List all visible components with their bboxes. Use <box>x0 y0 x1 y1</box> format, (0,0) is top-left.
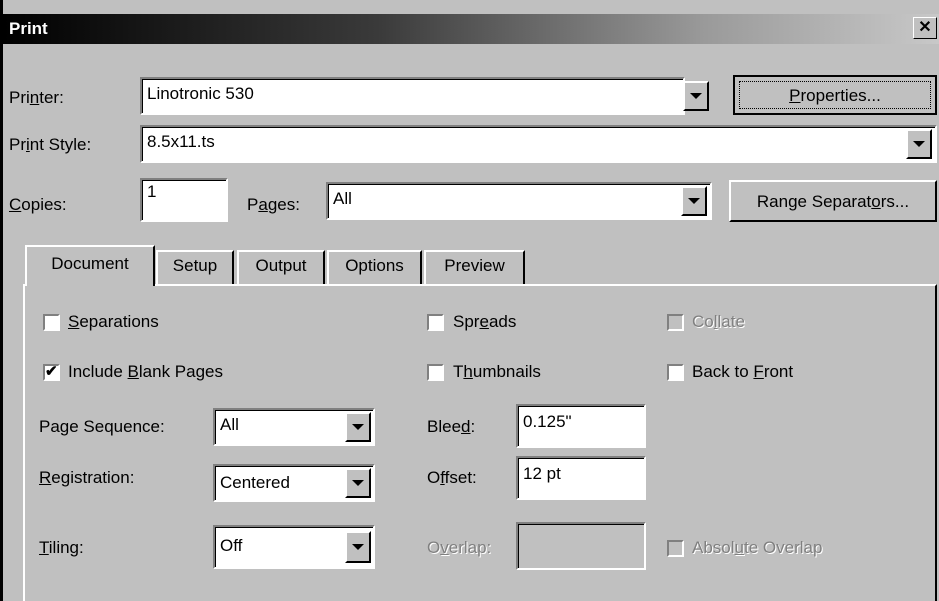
bleed-input[interactable]: 0.125" <box>516 404 646 448</box>
printer-dropdown-button[interactable] <box>683 81 709 111</box>
window-title: Print <box>9 19 48 38</box>
spreads-label: Spreads <box>453 312 517 331</box>
collate-checkbox[interactable] <box>667 314 684 331</box>
pages-label: Pages: <box>247 195 300 214</box>
separations-label: Separations <box>68 312 159 331</box>
collate-label: Collate <box>692 312 745 331</box>
tiling-label: Tiling: <box>39 538 84 557</box>
back-to-front-checkbox[interactable] <box>667 364 684 381</box>
absolute-overlap-checkbox[interactable] <box>667 540 684 557</box>
thumbnails-checkbox[interactable] <box>427 364 444 381</box>
absolute-overlap-label: Absolute Overlap <box>692 538 823 557</box>
separations-checkbox[interactable] <box>43 314 60 331</box>
copies-label: Copies: <box>9 195 67 214</box>
thumbnails-label: Thumbnails <box>453 362 541 381</box>
page-sequence-label: Page Sequence: <box>39 417 165 436</box>
print-style-dropdown-button[interactable] <box>906 129 932 159</box>
properties-button[interactable]: Properties... <box>733 75 937 115</box>
pages-select[interactable]: All <box>326 182 712 220</box>
overlap-label: Overlap: <box>427 538 492 557</box>
tab-preview[interactable]: Preview <box>424 250 525 284</box>
tab-document[interactable]: Document <box>25 245 155 286</box>
print-style-select[interactable]: 8.5x11.ts <box>140 125 937 163</box>
printer-value: Linotronic 530 <box>147 84 254 103</box>
page-sequence-dropdown-button[interactable] <box>345 412 371 442</box>
tiling-dropdown-button[interactable] <box>345 531 371 563</box>
offset-label: Offset: <box>427 468 477 487</box>
registration-label: Registration: <box>39 468 135 487</box>
title-bar: Print ✕ <box>3 14 939 44</box>
registration-dropdown-button[interactable] <box>345 468 371 498</box>
range-separators-button[interactable]: Range Separators... <box>729 180 937 222</box>
close-button[interactable]: ✕ <box>913 17 937 39</box>
spreads-checkbox[interactable] <box>427 314 444 331</box>
pages-dropdown-button[interactable] <box>681 186 707 216</box>
back-to-front-label: Back to Front <box>692 362 794 381</box>
print-dialog: Print ✕ Printer: Linotronic 530 Properti… <box>0 0 939 601</box>
print-style-label: Print Style: <box>9 135 92 154</box>
checkmark-icon: ✔ <box>45 363 58 380</box>
print-style-value: 8.5x11.ts <box>147 132 215 151</box>
pages-value: All <box>333 189 352 208</box>
include-blank-pages-label: Include Blank Pages <box>68 362 224 381</box>
copies-input[interactable]: 1 <box>140 178 228 222</box>
focus-ring <box>739 81 931 109</box>
include-blank-pages-checkbox[interactable]: ✔ <box>43 363 60 381</box>
tab-output[interactable]: Output <box>237 250 325 284</box>
tab-setup[interactable]: Setup <box>156 250 234 284</box>
close-icon: ✕ <box>918 19 932 36</box>
printer-select[interactable]: Linotronic 530 <box>140 77 685 115</box>
printer-label: Printer: <box>9 88 64 107</box>
overlap-input[interactable] <box>516 522 646 570</box>
offset-input[interactable]: 12 pt <box>516 456 646 500</box>
bleed-label: Bleed: <box>427 417 476 436</box>
tab-options[interactable]: Options <box>327 250 422 284</box>
